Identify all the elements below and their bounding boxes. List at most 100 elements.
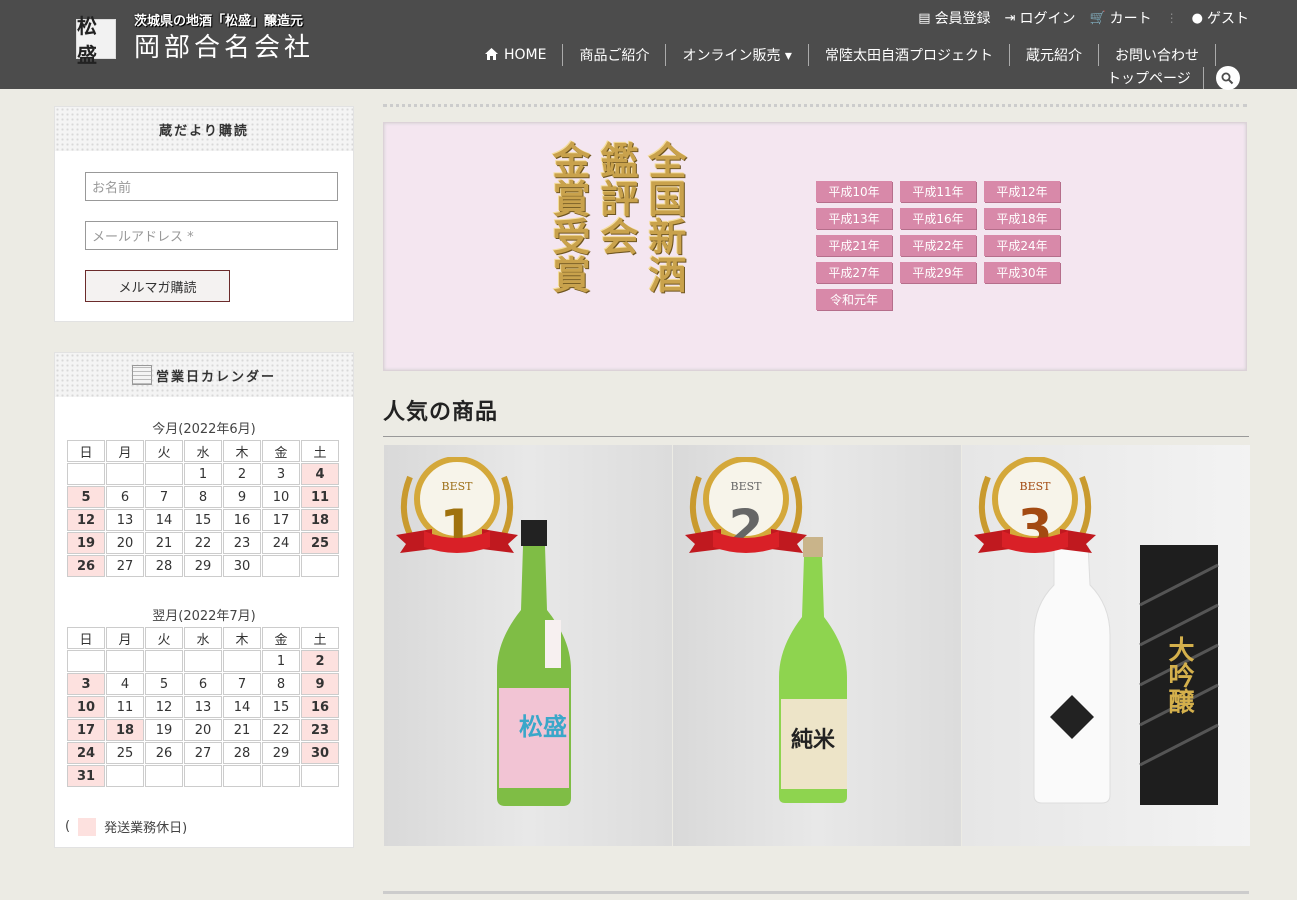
calendar-empty-cell	[301, 555, 339, 577]
calendar-day: 10	[262, 486, 300, 508]
weekday-header: 月	[106, 627, 144, 649]
award-year-badge: 平成27年	[816, 262, 892, 283]
calendar-day: 28	[223, 742, 261, 764]
nav-home-label: HOME	[504, 47, 547, 63]
calendar-day: 7	[145, 486, 183, 508]
calendar-week: 17 18 19 20 21 22 23	[67, 719, 339, 741]
calendar-day: 27	[106, 555, 144, 577]
bottom-divider	[383, 891, 1249, 894]
guest-user[interactable]: ● ゲスト	[1192, 8, 1249, 28]
calendar-day: 19	[67, 532, 105, 554]
weekday-header: 日	[67, 440, 105, 462]
login-link[interactable]: ⇥ ログイン	[1005, 8, 1076, 28]
calendar-empty-cell	[223, 650, 261, 672]
banner-col-1: 全国新酒	[642, 141, 687, 293]
calendar-day: 18	[106, 719, 144, 741]
product-card-2[interactable]: 純米 BEST 2	[673, 445, 961, 846]
nav-home[interactable]: HOME	[485, 47, 562, 63]
calendar-week: 3456789	[67, 673, 339, 695]
legend-paren: (	[65, 819, 71, 834]
nav-products[interactable]: 商品ご紹介	[563, 45, 665, 65]
calendar-day: 16	[223, 509, 261, 531]
member-register-link[interactable]: ▤ 会員登録	[918, 8, 990, 28]
calendar-week: 10 11 12 13 14 15 16	[67, 696, 339, 718]
calendar-day: 1	[184, 463, 222, 485]
calendar-day: 12	[67, 509, 105, 531]
nav-divider	[1214, 44, 1216, 66]
product-card-3[interactable]: 大吟醸 BEST 3	[962, 445, 1250, 846]
cart-link[interactable]: 🛒 カート	[1089, 8, 1151, 28]
subscribe-button[interactable]: メルマガ購読	[85, 270, 230, 302]
newsletter-box: 蔵だより購読 お名前 メールアドレス * メルマガ購読	[54, 106, 354, 322]
calendar-day: 21	[223, 719, 261, 741]
calendar-week: 5 6 7 8 9 10 11	[67, 486, 339, 508]
award-years: 平成10年 平成11年 平成12年 平成13年 平成16年 平成18年 平成21年 平成22年…	[816, 181, 1060, 310]
product-card-1[interactable]: 松盛 BEST 1	[384, 445, 672, 846]
award-year-badge: 平成11年	[900, 181, 976, 202]
nav-brewery[interactable]: 蔵元紹介	[1010, 45, 1098, 65]
calendar-day: 18	[301, 509, 339, 531]
calendar-day: 3	[67, 673, 105, 695]
calendar-day: 13	[184, 696, 222, 718]
calendar-day: 22	[262, 719, 300, 741]
calendar-day: 11	[301, 486, 339, 508]
nav-top-page[interactable]: トップページ	[1107, 68, 1191, 88]
top-divider	[383, 104, 1247, 107]
calendar-box: 営業日カレンダー 今月(2022年6月) 日月火水木金土 1 2 3 4 5 6 7 8 9 10 1…	[54, 352, 354, 848]
rank-3-medal-icon: BEST 3	[974, 457, 1096, 557]
award-banner[interactable]: 全国新酒 鑑評会 金賞受賞 平成10年 平成11年 平成12年 平成13年 平成16年平…	[383, 122, 1247, 371]
nav-contact[interactable]: お問い合わせ	[1099, 45, 1215, 65]
calendar-day: 19	[145, 719, 183, 741]
calendar-day: 2	[301, 650, 339, 672]
cart-label: カート	[1109, 11, 1152, 27]
banner-heading: 全国新酒 鑑評会 金賞受賞	[544, 141, 688, 293]
search-icon	[1221, 72, 1234, 84]
calendar-day: 7	[223, 673, 261, 695]
calendar-empty-cell	[145, 765, 183, 787]
weekday-header: 土	[301, 440, 339, 462]
calendar-empty-cell	[223, 765, 261, 787]
weekday-row: 日月火水木金土	[67, 440, 339, 462]
award-year-badge: 平成12年	[984, 181, 1060, 202]
calendar-day: 12	[145, 696, 183, 718]
popular-title: 人気の商品	[383, 399, 499, 425]
calendar-day: 8	[184, 486, 222, 508]
bottle-image-3: 大吟醸	[1033, 545, 1219, 805]
calendar-day: 30	[223, 555, 261, 577]
calendar-day: 16	[301, 696, 339, 718]
search-button[interactable]	[1215, 66, 1240, 90]
award-year-badge: 平成16年	[900, 208, 976, 229]
calendar-legend: ( 発送業務休日)	[65, 817, 187, 836]
calendar-empty-cell	[145, 650, 183, 672]
calendar-june: 日月火水木金土 1 2 3 4 5 6 7 8 9 10 11 12 13 14 15 16 17 18 19 20 21…	[66, 439, 340, 578]
banner-col-2: 鑑評会	[594, 141, 639, 255]
calendar-empty-cell	[106, 463, 144, 485]
award-year-badge: 平成10年	[816, 181, 892, 202]
calendar-day: 23	[301, 719, 339, 741]
nav-online-shop[interactable]: オンライン販売 ▾	[666, 45, 807, 65]
bottle-label-2: 純米	[791, 727, 836, 753]
name-input[interactable]: お名前	[85, 172, 338, 201]
calendar-day: 24	[262, 532, 300, 554]
calendar-day: 28	[145, 555, 183, 577]
weekday-header: 火	[145, 440, 183, 462]
calendar-day: 25	[106, 742, 144, 764]
best-label: BEST	[731, 480, 763, 493]
logo-mark: 松盛	[76, 14, 116, 67]
calendar-july: 日月火水木金土 1 2 3 4 5 6 7 8 9 10 11 12 13 14 15 16 17 18 19 20 21…	[66, 626, 340, 788]
user-icon: ●	[1191, 10, 1203, 26]
nav-project[interactable]: 常陸太田自酒プロジェクト	[809, 45, 1009, 65]
nav-divider	[1202, 67, 1204, 89]
email-input[interactable]: メールアドレス *	[85, 221, 338, 250]
calendar-week: 1234	[67, 463, 339, 485]
calendar-empty-cell	[184, 765, 222, 787]
calendar-day: 9	[223, 486, 261, 508]
login-label: ログイン	[1019, 11, 1076, 27]
calendar-day: 20	[184, 719, 222, 741]
calendar-day: 13	[106, 509, 144, 531]
award-year-badge: 平成18年	[984, 208, 1060, 229]
calendar-day: 2	[223, 463, 261, 485]
banner-col-3: 金賞受賞	[546, 141, 591, 293]
calendar-week: 31	[67, 765, 339, 787]
main-nav: HOME 商品ご紹介 オンライン販売 ▾ 常陸太田自酒プロジェクト 蔵元紹介 お…	[485, 44, 1216, 66]
